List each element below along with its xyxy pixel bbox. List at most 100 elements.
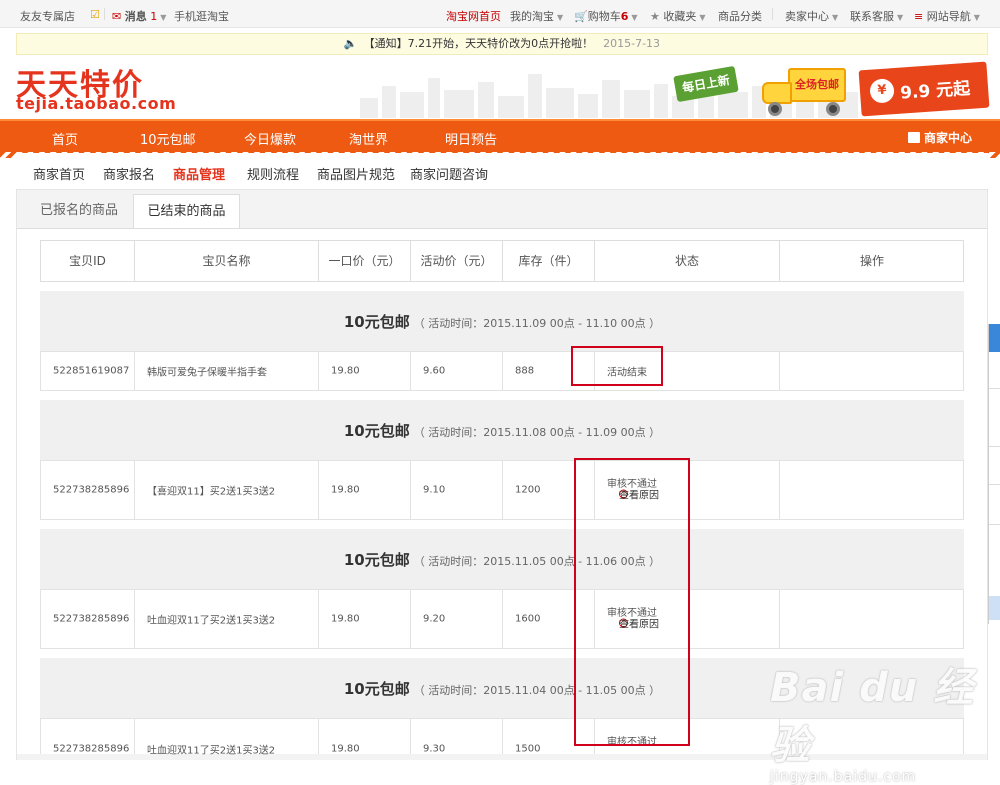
subnav-faq[interactable]: 商家问题咨询 (410, 164, 488, 183)
cell-list-price: 19.80 (319, 461, 411, 519)
speaker-icon: 🔈 (343, 37, 358, 50)
side-panel-footer (989, 596, 1000, 620)
item-id: 522851619087 (53, 365, 130, 377)
merchant-icon (907, 132, 920, 143)
col-item-name: 宝贝名称 (135, 241, 319, 281)
item-title[interactable]: 吐血迎双11了买2送1买3送2 (147, 742, 275, 757)
wheel-icon (768, 102, 782, 116)
activity-name: 10元包邮 (343, 313, 410, 331)
tab-ended-products[interactable]: 已结束的商品 (133, 194, 240, 229)
contact-menu[interactable]: 联系客服 ▼ (850, 8, 903, 24)
seller-center-label: 卖家中心 (785, 10, 829, 23)
merchant-subnav: 商家首页 商家报名 商品管理 规则流程 商品图片规范 商家问题咨询 (16, 153, 988, 190)
divider (772, 8, 773, 20)
site-header: 天天特价 tejia.taobao.com 每日上新 全场包邮 ¥ 9.9 元起 (0, 56, 1000, 118)
col-item-id: 宝贝ID (41, 241, 135, 281)
col-list-price: 一口价（元） (319, 241, 411, 281)
messages-count: 1 (150, 10, 158, 23)
price-banner-text: 9.9 元起 (899, 78, 971, 104)
my-taobao-menu[interactable]: 我的淘宝 ▼ (510, 8, 563, 24)
site-nav-menu[interactable]: ≡ 网站导航 ▼ (914, 8, 980, 24)
item-title[interactable]: 【喜迎双11】买2送1买3送2 (147, 483, 275, 498)
list-price: 19.80 (331, 613, 360, 625)
nav-item-home[interactable]: 首页 (52, 129, 78, 148)
notice-bar: 🔈 【通知】7.21开始，天天特价改为0点开抢啦！ 2015-7-13 (16, 33, 988, 55)
free-shipping-label: 全场包邮 (788, 68, 846, 102)
cell-item-id: 522738285896 (41, 461, 135, 519)
merchant-center-link[interactable]: 商家中心 (907, 129, 972, 146)
messages-label: 消息 (124, 10, 147, 23)
chevron-down-icon: ▼ (897, 13, 904, 22)
chevron-down-icon: ▼ (557, 13, 564, 22)
menu-icon: ≡ (914, 10, 924, 23)
promo-price: 9.10 (423, 484, 446, 496)
shop-link[interactable]: 友友专属店 (20, 8, 75, 24)
baidu-jingyan-watermark: Bai du 经验 jingyan.baidu.com (770, 655, 1000, 785)
col-status: 状态 (595, 241, 780, 281)
divider (104, 8, 105, 20)
activity-name: 10元包邮 (343, 551, 410, 569)
item-title[interactable]: 韩版可爱兔子保暖半指手套 (147, 364, 267, 379)
promo-price: 9.60 (423, 365, 446, 377)
favorites-menu[interactable]: ★ 收藏夹 ▼ (650, 8, 706, 24)
divider (989, 484, 1000, 485)
subnav-rules[interactable]: 规则流程 (247, 164, 299, 183)
item-id: 522738285896 (53, 613, 130, 625)
subnav-product-management[interactable]: 商品管理 (173, 164, 225, 183)
nav-item-world[interactable]: 淘世界 (349, 129, 388, 148)
activity-name: 10元包邮 (343, 422, 410, 440)
item-id: 522738285896 (53, 743, 130, 755)
col-promo-price: 活动价（元） (411, 241, 503, 281)
contact-label: 联系客服 (850, 10, 894, 23)
shop-edit-icon[interactable]: ☑ (90, 8, 100, 21)
taobao-home-link[interactable]: 淘宝网首页 (446, 8, 501, 24)
cart-link[interactable]: 🛒购物车6 ▼ (574, 8, 638, 24)
free-shipping-truck[interactable]: 全场包邮 (760, 66, 860, 118)
table-row: 522738285896 【喜迎双11】买2送1买3送2 19.80 9.10 … (40, 460, 964, 520)
favorites-label: 收藏夹 (663, 10, 697, 23)
table-row: 522738285896 吐血迎双11了买2送1买3送2 19.80 9.20 … (40, 589, 964, 649)
cell-item-name: 吐血迎双11了买2送1买3送2 (135, 719, 319, 757)
mobile-taobao-link[interactable]: 手机逛淘宝 (174, 8, 229, 24)
subnav-image-spec[interactable]: 商品图片规范 (317, 164, 395, 183)
promo-price: 9.30 (423, 743, 446, 755)
stock: 888 (515, 365, 535, 377)
activity-time: （ 活动时间：2015.11.08 00点 - 11.09 00点 ） (413, 426, 661, 439)
logo-domain[interactable]: tejia.taobao.com (16, 94, 176, 113)
item-id: 522738285896 (53, 484, 130, 496)
subnav-merchant-signup[interactable]: 商家报名 (103, 164, 155, 183)
table-header: 宝贝ID 宝贝名称 一口价（元） 活动价（元） 库存（件） 状态 操作 (40, 240, 964, 282)
my-taobao-label: 我的淘宝 (510, 10, 554, 23)
cell-promo-price: 9.10 (411, 461, 503, 519)
categories-link[interactable]: 商品分类 (718, 8, 762, 24)
mail-icon: ✉ (112, 10, 122, 23)
nav-item-tomorrow[interactable]: 明日预告 (445, 129, 497, 148)
item-title[interactable]: 吐血迎双11了买2送1买3送2 (147, 612, 275, 627)
messages-link[interactable]: ✉ 消息 1 ▼ (112, 8, 166, 24)
price-banner[interactable]: ¥ 9.9 元起 (858, 61, 990, 117)
cell-promo-price: 9.60 (411, 352, 503, 390)
nav-item-10yuan[interactable]: 10元包邮 (140, 129, 196, 148)
activity-group-header: 10元包邮（ 活动时间：2015.11.08 00点 - 11.09 00点 ） (40, 400, 964, 460)
cell-item-name: 吐血迎双11了买2送1买3送2 (135, 590, 319, 648)
cell-item-id: 522738285896 (41, 590, 135, 648)
nav-item-today-hot[interactable]: 今日爆款 (244, 129, 296, 148)
activity-group-header: 10元包邮（ 活动时间：2015.11.05 00点 - 11.06 00点 ） (40, 529, 964, 589)
site-nav-label: 网站导航 (926, 10, 971, 23)
floating-side-panel[interactable] (988, 324, 1000, 624)
seller-center-menu[interactable]: 卖家中心 ▼ (785, 8, 838, 24)
notice-text[interactable]: 【通知】7.21开始，天天特价改为0点开抢啦！ (364, 37, 594, 50)
subnav-merchant-home[interactable]: 商家首页 (33, 164, 85, 183)
chevron-down-icon: ▼ (699, 13, 706, 22)
list-price: 19.80 (331, 743, 360, 755)
table-row: 522851619087 韩版可爱兔子保暖半指手套 19.80 9.60 888… (40, 351, 964, 391)
cell-promo-price: 9.20 (411, 590, 503, 648)
tab-registered-products[interactable]: 已报名的商品 (26, 194, 132, 228)
watermark-url: jingyan.baidu.com (770, 769, 917, 785)
activity-group-header: 10元包邮（ 活动时间：2015.11.09 00点 - 11.10 00点 ） (40, 291, 964, 351)
yen-icon: ¥ (869, 78, 895, 104)
col-actions: 操作 (859, 254, 884, 268)
divider (989, 388, 1000, 389)
cell-promo-price: 9.30 (411, 719, 503, 755)
divider (989, 524, 1000, 525)
